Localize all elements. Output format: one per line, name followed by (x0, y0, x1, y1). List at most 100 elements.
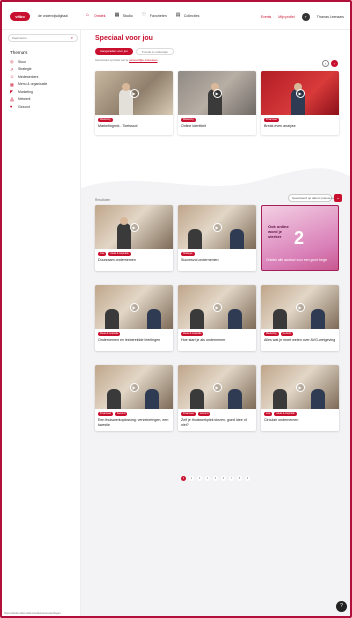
catalog-card[interactable]: ▶ Marketing Gezond Alles wat je moet wete… (261, 285, 339, 351)
page-button[interactable]: 7 (229, 476, 234, 481)
help-icon[interactable]: ? (336, 601, 347, 612)
filter-chips: Aangeraden voor jou Trends in onderwijs (95, 48, 174, 55)
chip-aangeraden[interactable]: Aangeraden voor jou (95, 48, 133, 55)
tag-badge: Financieel (181, 412, 196, 416)
play-icon[interactable]: ▶ (129, 382, 139, 392)
page-button[interactable]: 2 (189, 476, 194, 481)
featured-card[interactable]: ▶ Marketing Marketingmix - Toetsscol (95, 71, 173, 135)
page-button[interactable]: 3 (197, 476, 202, 481)
play-icon[interactable]: ▶ (212, 88, 222, 98)
sidebar-item-stuur[interactable]: ◎ Stuur (10, 58, 47, 66)
sidebar-item-gezond[interactable]: ♥ Gezond (10, 103, 47, 111)
sort-select[interactable]: Gesorteerd op datum (nieuw-oud) (288, 194, 337, 202)
interest-hint: Interessant op basis van je persoonlijke… (95, 58, 158, 62)
catalog-card[interactable]: ▶ Financieel Gezond Een thuiswerkoplossin… (95, 365, 173, 431)
search-icon[interactable]: ⌕ (71, 35, 73, 41)
tag-badge: Ideas & inspiratie (98, 332, 121, 336)
page-button[interactable]: 5 (213, 476, 218, 481)
chevron-down-icon[interactable]: ⌄ (334, 194, 342, 202)
person-head (120, 217, 128, 225)
play-icon[interactable]: ▶ (129, 88, 139, 98)
video-thumbnail: ▶ (95, 365, 173, 409)
tag-badge: Ideas & inspiratie (274, 412, 297, 416)
person-figure (228, 389, 242, 409)
video-thumbnail: ▶ (178, 365, 256, 409)
nav-item-collecties[interactable]: ▤ Collecties (176, 13, 200, 18)
catalog-card[interactable]: ▶ Ideas & inspiratie Hoe start je als on… (178, 285, 256, 351)
nav-item-studio[interactable]: ▦ Studio (115, 13, 133, 18)
play-icon[interactable]: ▶ (212, 382, 222, 392)
folder-icon: ▤ (175, 12, 181, 18)
page-button[interactable]: 6 (221, 476, 226, 481)
card-title: Succesvol ondernemen (181, 258, 219, 262)
sidebar-item-netwerk[interactable]: ⁂ Netwerk (10, 96, 47, 104)
promo-headline: Ook online word je sterker (268, 224, 289, 239)
person-figure (230, 229, 244, 249)
play-icon[interactable]: ▶ (295, 302, 305, 312)
avatar[interactable]: T (301, 13, 310, 21)
heart-icon: ♡ (141, 12, 147, 18)
video-thumbnail: ▶ (95, 71, 173, 115)
featured-card[interactable]: ▶ Marketing Online Identiteit (178, 71, 256, 135)
theme-label: Strategie (18, 67, 32, 72)
sidebar-item-strategie[interactable]: ↗ Strategie (10, 66, 47, 74)
page-button[interactable]: 4 (205, 476, 210, 481)
results-label: Resultaten (95, 198, 111, 202)
carousel-controls: ‹ › (322, 60, 338, 67)
grid-icon: ▦ (10, 81, 14, 87)
person-figure (147, 309, 161, 329)
sidebar-item-marketing[interactable]: ◤ Marketing (10, 88, 47, 96)
video-thumbnail: ▶ (178, 71, 256, 115)
profile-link[interactable]: Mijn profiel (278, 15, 294, 19)
featured-card[interactable]: ▶ Financieel Break even analyse (261, 71, 339, 135)
promo-caption: Ontdek alle aanbod voor een goed begin (266, 257, 328, 262)
brand-logo[interactable]: vitbo (10, 12, 30, 21)
interests-link[interactable]: persoonlijke interesses (129, 58, 157, 62)
catalog-section: Resultaten Gesorteerd op datum (nieuw-ou… (81, 190, 350, 616)
video-thumbnail: ▶ (95, 205, 173, 249)
chip-trends[interactable]: Trends in onderwijs (135, 48, 174, 55)
play-icon[interactable]: ▶ (295, 382, 305, 392)
play-icon[interactable]: ▶ (212, 302, 222, 312)
catalog-card[interactable]: ▶ Live Ideas & inspiratie Duurzaam ondern… (95, 205, 173, 271)
video-thumbnail: ▶ (261, 285, 339, 329)
person-head (122, 83, 130, 91)
catalog-card[interactable]: ▶ Ideas & inspiratie Ondernemen en lesbe… (95, 285, 173, 351)
top-bar: vitbo de onderwijsdigitaal ⌂ Ontdek ▦ Stud… (2, 2, 350, 30)
catalog-card[interactable]: ▶ Live Ideas & inspiratie Circulair onder… (261, 365, 339, 431)
play-icon[interactable]: ▶ (129, 302, 139, 312)
user-name[interactable]: Thomas Leenaars (317, 15, 344, 19)
person-figure (228, 309, 242, 329)
page-button[interactable]: 1 (181, 476, 186, 481)
play-icon[interactable]: ▶ (295, 88, 305, 98)
nav-label: Collecties (183, 13, 200, 18)
person-figure (190, 389, 204, 409)
catalog-card[interactable]: ▶ Financieel Gezond Zelf je thuiswerkplek… (178, 365, 256, 431)
events-link[interactable]: Events (261, 15, 271, 19)
sidebar-item-medewerkers[interactable]: ☺ Medewerkers (10, 73, 47, 81)
pagination: 1 2 3 4 5 6 7 8 9 (181, 476, 250, 481)
main-nav: ⌂ Ontdek ▦ Studio ♡ Favorieten ▤ Collecties (86, 13, 199, 18)
promo-number: 2 (294, 228, 305, 248)
page-button[interactable]: 8 (237, 476, 242, 481)
video-thumbnail: ▶ (178, 205, 256, 249)
nav-item-ontdek[interactable]: ⌂ Ontdek (86, 13, 106, 18)
play-icon[interactable]: ▶ (212, 222, 222, 232)
hint-prefix: Interessant op basis van je (95, 58, 129, 62)
catalog-card[interactable]: ▶ Strategie Succesvol ondernemen (178, 205, 256, 271)
card-title: Duurzaam ondernemen (98, 258, 136, 262)
page-button[interactable]: 9 (245, 476, 250, 481)
nav-item-favorieten[interactable]: ♡ Favorieten (142, 13, 167, 18)
promo-card[interactable]: Ook online word je sterker 2 Ontdek alle… (261, 205, 339, 271)
search-input[interactable]: Zoek items ⌕ (8, 34, 78, 42)
tag-badge: Strategie (181, 252, 195, 256)
user-area: Events Mijn profiel T Thomas Leenaars (261, 13, 344, 21)
person-figure (107, 389, 121, 409)
prev-arrow-icon[interactable]: ‹ (322, 60, 329, 67)
theme-label: Menu & organisatie (18, 82, 48, 87)
next-arrow-icon[interactable]: › (331, 60, 338, 67)
play-icon[interactable]: ▶ (129, 222, 139, 232)
search-placeholder: Zoek items (12, 36, 27, 40)
film-icon: ▦ (114, 12, 120, 18)
sidebar-item-menu-organisatie[interactable]: ▦ Menu & organisatie (10, 81, 47, 89)
